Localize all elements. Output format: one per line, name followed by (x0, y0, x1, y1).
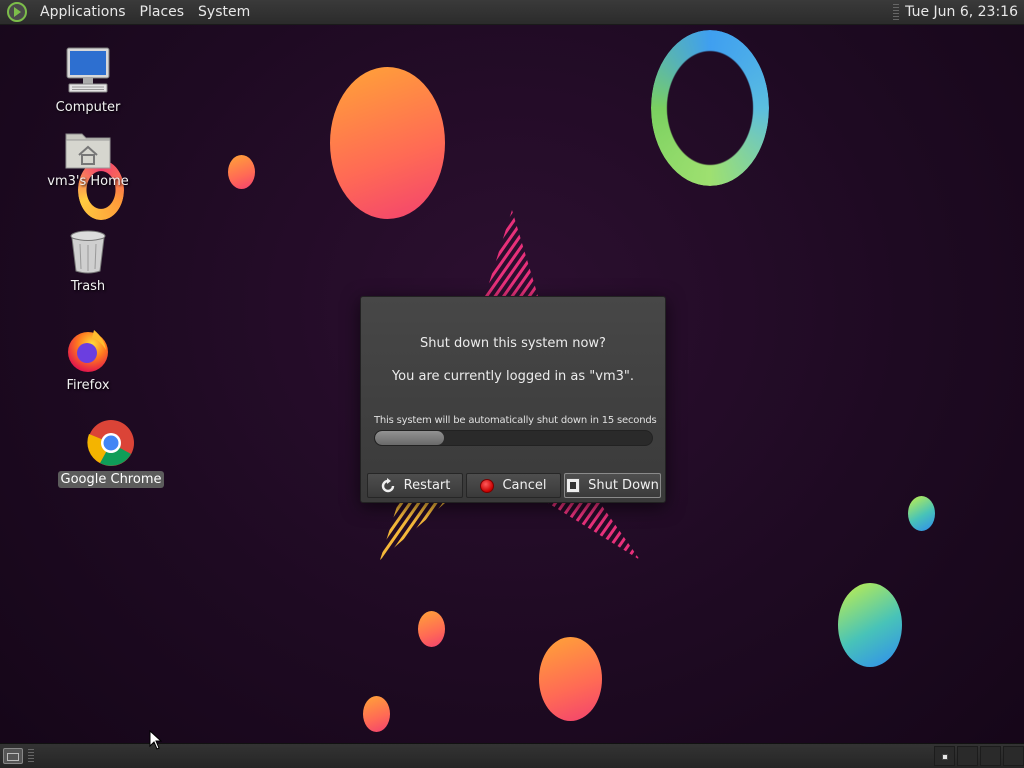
shutdown-button[interactable]: Shut Down (564, 473, 661, 498)
workspace-3[interactable] (980, 746, 1001, 766)
firefox-icon (68, 330, 108, 372)
shutdown-icon (566, 478, 581, 493)
trash-icon (70, 230, 106, 274)
dialog-subtitle: You are currently logged in as "vm3". (391, 369, 635, 384)
show-desktop-icon[interactable] (3, 748, 23, 764)
dialog-button-row: Restart Cancel Shut Down (367, 473, 661, 498)
desktop-icon-label: Google Chrome (57, 471, 165, 488)
chrome-icon (87, 420, 134, 466)
restart-icon (381, 477, 394, 492)
countdown-label: This system will be automatically shut d… (374, 415, 657, 426)
mate-logo-icon[interactable] (6, 1, 28, 23)
restart-button-label: Restart (403, 478, 451, 493)
window-marker (942, 754, 948, 760)
dialog-title: Shut down this system now? (420, 336, 606, 351)
desktop-icon-firefox[interactable]: Firefox (33, 326, 143, 394)
clock[interactable]: Tue Jun 6, 23:16 (905, 4, 1024, 20)
shutdown-button-label: Shut Down (588, 478, 659, 493)
home-folder-icon (65, 133, 111, 169)
desktop-icon-label: Trash (70, 279, 106, 294)
cancel-button-label: Cancel (502, 478, 547, 493)
progress-fill (375, 431, 445, 445)
menu-system[interactable]: System (191, 0, 257, 25)
shutdown-dialog: Shut down this system now? You are curre… (360, 296, 666, 503)
workspace-switcher (934, 746, 1024, 767)
desktop-icon-label: Firefox (66, 378, 110, 393)
workspace-2[interactable] (957, 746, 978, 766)
desktop-icon-label: vm3's Home (47, 174, 129, 189)
workspace-4[interactable] (1003, 746, 1024, 766)
restart-button[interactable]: Restart (367, 473, 463, 498)
panel-drag-handle[interactable] (28, 749, 34, 763)
menu-places[interactable]: Places (133, 0, 192, 25)
countdown-progress-bar (374, 430, 653, 446)
desktop-icon-label: Computer (55, 100, 121, 115)
mouse-cursor-icon (149, 730, 163, 750)
computer-icon (66, 47, 110, 93)
menu-applications[interactable]: Applications (33, 0, 133, 25)
panel-drag-handle[interactable] (893, 4, 900, 20)
workspace-1[interactable] (934, 746, 955, 766)
desktop-icon-computer[interactable]: Computer (33, 46, 143, 116)
cancel-icon (480, 478, 495, 493)
desktop-icon-trash[interactable]: Trash (33, 229, 143, 295)
desktop-icon-home[interactable]: vm3's Home (33, 128, 143, 190)
top-panel: Applications Places System Tue Jun 6, 23… (0, 0, 1024, 25)
desktop-icon-chrome[interactable]: Google Chrome (56, 418, 166, 488)
cancel-button[interactable]: Cancel (466, 473, 561, 498)
